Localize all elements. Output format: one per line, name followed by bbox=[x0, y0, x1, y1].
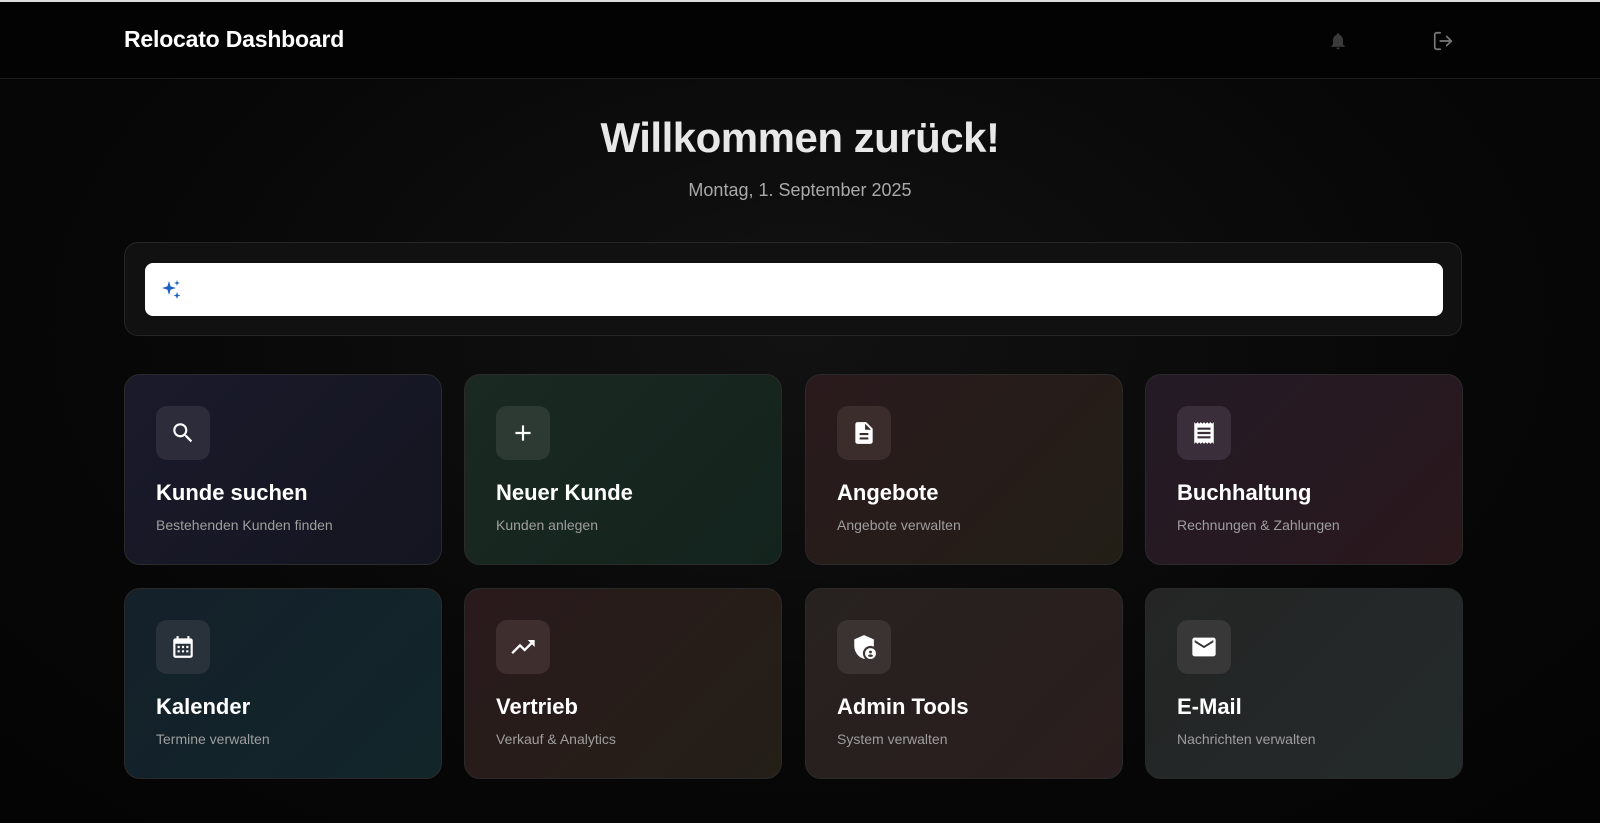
sparkle-icon bbox=[162, 280, 181, 299]
trending-up-icon bbox=[511, 640, 535, 654]
card-icon-box bbox=[837, 406, 891, 460]
card-kalender[interactable]: Kalender Termine verwalten bbox=[124, 588, 442, 779]
card-title: Buchhaltung bbox=[1177, 480, 1312, 505]
card-kunde-suchen[interactable]: Kunde suchen Bestehenden Kunden finden bbox=[124, 374, 442, 565]
mail-icon bbox=[1192, 637, 1216, 657]
card-angebote[interactable]: Angebote Angebote verwalten bbox=[805, 374, 1123, 565]
logout-icon bbox=[1433, 31, 1453, 51]
card-icon-box bbox=[1177, 620, 1231, 674]
card-subtitle: Termine verwalten bbox=[156, 731, 270, 747]
admin-shield-icon bbox=[854, 635, 876, 659]
app-title[interactable]: Relocato Dashboard bbox=[124, 26, 344, 53]
card-icon-box bbox=[496, 620, 550, 674]
card-icon-box bbox=[156, 620, 210, 674]
top-header: Relocato Dashboard bbox=[0, 0, 1600, 79]
card-buchhaltung[interactable]: Buchhaltung Rechnungen & Zahlungen bbox=[1145, 374, 1463, 565]
card-admin-tools[interactable]: Admin Tools System verwalten bbox=[805, 588, 1123, 779]
card-icon-box bbox=[837, 620, 891, 674]
card-subtitle: Bestehenden Kunden finden bbox=[156, 517, 333, 533]
card-title: Admin Tools bbox=[837, 694, 969, 719]
card-icon-box bbox=[496, 406, 550, 460]
ai-search-box[interactable] bbox=[145, 263, 1443, 316]
notifications-button[interactable] bbox=[1323, 26, 1353, 56]
logout-button[interactable] bbox=[1428, 26, 1458, 56]
card-title: Kunde suchen bbox=[156, 480, 308, 505]
card-title: Angebote bbox=[837, 480, 939, 505]
receipt-icon bbox=[1194, 422, 1214, 444]
welcome-heading: Willkommen zurück! bbox=[600, 114, 1000, 161]
card-neuer-kunde[interactable]: Neuer Kunde Kunden anlegen bbox=[464, 374, 782, 565]
card-subtitle: Rechnungen & Zahlungen bbox=[1177, 517, 1340, 533]
card-icon-box bbox=[1177, 406, 1231, 460]
card-title: Kalender bbox=[156, 694, 251, 719]
card-title: E-Mail bbox=[1177, 694, 1242, 719]
card-subtitle: Nachrichten verwalten bbox=[1177, 731, 1316, 747]
current-date: Montag, 1. September 2025 bbox=[688, 180, 912, 200]
document-icon bbox=[855, 422, 873, 444]
card-subtitle: Angebote verwalten bbox=[837, 517, 961, 533]
card-subtitle: System verwalten bbox=[837, 731, 948, 747]
card-subtitle: Verkauf & Analytics bbox=[496, 731, 616, 747]
search-input[interactable] bbox=[193, 263, 1433, 316]
search-panel bbox=[124, 242, 1462, 336]
bell-icon bbox=[1331, 33, 1345, 50]
card-title: Neuer Kunde bbox=[496, 480, 633, 505]
card-title: Vertrieb bbox=[496, 694, 578, 719]
calendar-icon bbox=[173, 636, 193, 658]
card-e-mail[interactable]: E-Mail Nachrichten verwalten bbox=[1145, 588, 1463, 779]
card-vertrieb[interactable]: Vertrieb Verkauf & Analytics bbox=[464, 588, 782, 779]
search-icon bbox=[173, 423, 193, 443]
card-subtitle: Kunden anlegen bbox=[496, 517, 598, 533]
plus-icon bbox=[515, 425, 531, 441]
card-icon-box bbox=[156, 406, 210, 460]
